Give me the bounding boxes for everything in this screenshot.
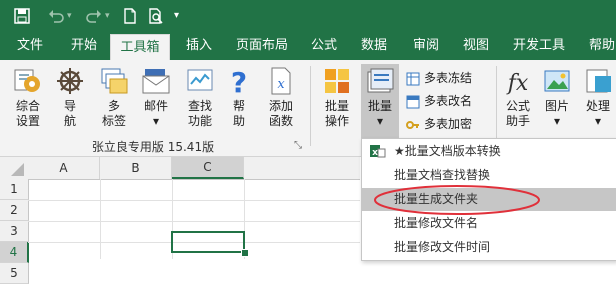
tab-home[interactable]: 开始 [60, 32, 108, 60]
column-header-selected[interactable]: C [172, 157, 244, 179]
undo-icon[interactable] [48, 8, 64, 24]
navigation-button[interactable]: 导 航 [52, 66, 88, 129]
svg-text:?: ? [231, 66, 247, 96]
formula-helper-button[interactable]: fx 公式 助手 [500, 66, 536, 129]
key-icon [406, 120, 419, 129]
tab-data[interactable]: 数据 [352, 32, 396, 60]
dialog-launcher-icon[interactable]: ⤡ [294, 140, 302, 151]
gridline [28, 221, 360, 222]
ship-wheel-icon [55, 66, 85, 96]
tab-help[interactable]: 帮助 [580, 32, 616, 60]
title-bar: ▾ ▾ ▾ [0, 0, 616, 32]
process-icon [583, 66, 613, 96]
column-header[interactable]: A [28, 157, 100, 179]
customize-dropdown-icon[interactable]: ▾ [174, 8, 190, 24]
add-function-icon: x [266, 66, 296, 96]
svg-text:x: x [277, 77, 285, 92]
fill-handle[interactable] [241, 249, 249, 257]
row-header[interactable]: 1 [0, 179, 29, 200]
menu-item-batch-version-convert[interactable]: x ★批量文档版本转换 [362, 140, 616, 163]
undo-dropdown-icon[interactable]: ▾ [67, 8, 75, 24]
menu-item-batch-file-time[interactable]: 批量修改文件时间 [362, 236, 616, 259]
table-rename-icon [406, 95, 420, 108]
tab-toolbox[interactable]: 工具箱 [110, 34, 170, 61]
redo-dropdown-icon[interactable]: ▾ [105, 8, 113, 24]
help-icon: ? [224, 66, 254, 99]
help-button[interactable]: ? 帮 助 [224, 66, 254, 129]
tab-developer[interactable]: 开发工具 [506, 32, 572, 60]
print-preview-icon[interactable] [148, 8, 164, 24]
redo-icon[interactable] [86, 8, 102, 24]
ribbon-group-label: 张立良专用版 15.41版 [91, 140, 215, 154]
tab-view[interactable]: 视图 [454, 32, 498, 60]
multi-tab-button[interactable]: 多 标签 [94, 66, 134, 129]
column-headers: A B C [28, 157, 360, 180]
settings-button[interactable]: 综合 设置 [8, 66, 48, 129]
fx-icon: fx [503, 66, 533, 96]
ribbon-separator [496, 66, 497, 146]
row-header[interactable]: 5 [0, 263, 29, 284]
row-header[interactable]: 3 [0, 221, 29, 242]
process-button[interactable]: 处理 ▾ [580, 66, 616, 129]
multi-tab-icon [99, 66, 129, 96]
selected-cell[interactable] [171, 231, 245, 253]
svg-text:x: x [372, 148, 378, 158]
batch-dropdown-icon [365, 66, 395, 96]
multi-sheet-freeze-button[interactable]: 多表冻结 [406, 68, 472, 88]
gear-settings-icon [13, 66, 43, 96]
gridline [28, 200, 360, 201]
row-header-selected[interactable]: 4 [0, 242, 29, 263]
mail-button[interactable]: 邮件 ▾ [138, 66, 174, 129]
find-function-icon [185, 66, 215, 96]
tab-formulas[interactable]: 公式 [304, 32, 344, 60]
row-header[interactable]: 2 [0, 200, 29, 221]
gridline [100, 179, 101, 259]
batch-operation-button[interactable]: 批量 操作 [318, 66, 356, 129]
tab-insert[interactable]: 插入 [176, 32, 222, 60]
add-function-button[interactable]: x 添加 函数 [262, 66, 300, 129]
save-icon[interactable] [14, 8, 30, 24]
menu-bar: 文件 开始 工具箱 插入 页面布局 公式 数据 审阅 视图 开发工具 帮助 [0, 32, 616, 61]
batch-dropdown-button[interactable]: 批量 ▾ [361, 64, 399, 142]
column-header[interactable]: B [100, 157, 172, 179]
mail-icon [141, 66, 171, 96]
tab-review[interactable]: 审阅 [404, 32, 448, 60]
ribbon-separator [310, 66, 311, 146]
find-function-button[interactable]: 查找 功能 [180, 66, 220, 129]
picture-icon [542, 66, 572, 96]
table-freeze-icon [406, 72, 420, 85]
excel-convert-icon: x [370, 145, 386, 158]
multi-sheet-rename-button[interactable]: 多表改名 [406, 91, 472, 111]
tab-file[interactable]: 文件 [8, 32, 52, 60]
svg-text:fx: fx [506, 71, 529, 96]
highlight-circle-annotation [374, 185, 540, 215]
multi-sheet-encrypt-button[interactable]: 多表加密 [406, 114, 472, 134]
select-all-corner[interactable] [0, 157, 29, 180]
picture-button[interactable]: 图片 ▾ [540, 66, 574, 129]
batch-dropdown-menu: x ★批量文档版本转换 批量文档查找替换 批量生成文件夹 批量修改文件名 批量修… [361, 138, 616, 261]
tab-page-layout[interactable]: 页面布局 [228, 32, 296, 60]
new-file-icon[interactable] [122, 8, 138, 24]
batch-operation-icon [322, 66, 352, 96]
